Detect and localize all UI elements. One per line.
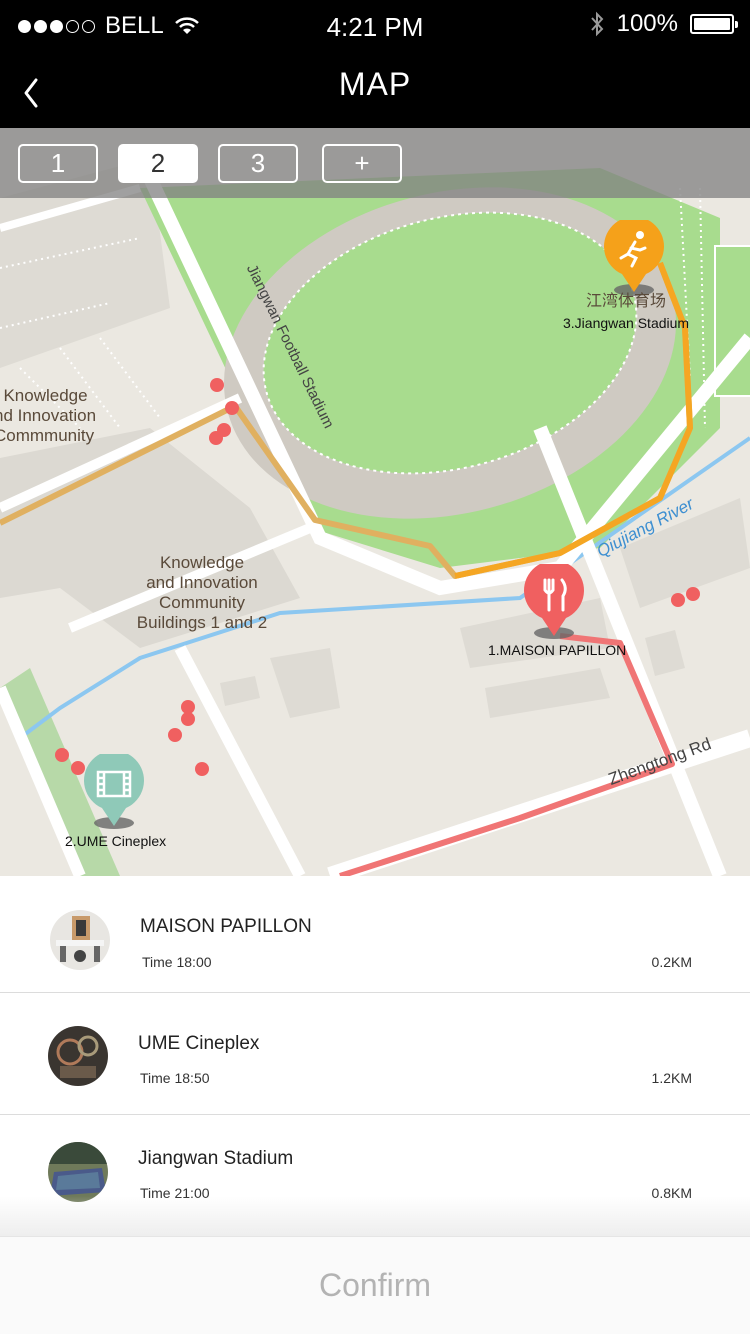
item-distance: 1.2KM [651, 1070, 692, 1086]
cinema-pin-label: 2.UME Cineplex [65, 833, 167, 849]
buildings-label: Knowledge and Innovation Community Building… [136, 553, 268, 632]
stadium-thumbnail [48, 1142, 108, 1202]
status-right: 100% [589, 10, 738, 38]
status-bar: BELL 4:21 PM 100% [0, 0, 750, 54]
item-distance: 0.2KM [651, 954, 692, 970]
stop-list: MAISON PAPILLON Time 18:00 0.2KM UME Cin… [0, 876, 750, 1236]
nav-bar: MAP [0, 54, 750, 128]
stadium-pin[interactable] [602, 220, 666, 294]
list-item[interactable]: UME Cineplex Time 18:50 1.2KM [0, 998, 750, 1115]
restaurant-pin[interactable] [522, 564, 586, 638]
community-label: Knowledge nd Innovation Commmunity [0, 386, 97, 445]
item-time: Time 18:00 [142, 954, 212, 970]
page-title: MAP [338, 66, 412, 102]
confirm-button[interactable]: Confirm [0, 1236, 750, 1334]
item-time: Time 18:50 [140, 1070, 210, 1086]
cinema-thumbnail [48, 1026, 108, 1086]
list-item[interactable]: MAISON PAPILLON Time 18:00 0.2KM [0, 876, 750, 993]
add-tab-button[interactable]: + [322, 144, 402, 183]
item-name: UME Cineplex [138, 1033, 260, 1054]
list-fade [0, 1196, 750, 1236]
tab-3[interactable]: 3 [218, 144, 298, 183]
tab-1[interactable]: 1 [18, 144, 98, 183]
map-view[interactable]: Knowledge nd Innovation Commmunity Knowled… [0, 128, 750, 876]
item-name: Jiangwan Stadium [138, 1148, 294, 1169]
stadium-cn-label: 江湾体育场 [586, 293, 667, 310]
restaurant-pin-label: 1.MAISON PAPILLON [488, 642, 627, 658]
battery-percent: 100% [616, 10, 678, 37]
tab-2[interactable]: 2 [118, 144, 198, 183]
cinema-pin[interactable] [82, 754, 146, 828]
route-tabs: 1 2 3 + [0, 128, 750, 198]
confirm-label: Confirm [318, 1267, 431, 1303]
bluetooth-icon [590, 11, 603, 37]
battery-icon [690, 14, 738, 34]
battery-fill [694, 18, 730, 30]
stadium-pin-label: 3.Jiangwan Stadium [563, 315, 690, 331]
restaurant-thumbnail [50, 910, 110, 970]
item-name: MAISON PAPILLON [140, 916, 312, 937]
